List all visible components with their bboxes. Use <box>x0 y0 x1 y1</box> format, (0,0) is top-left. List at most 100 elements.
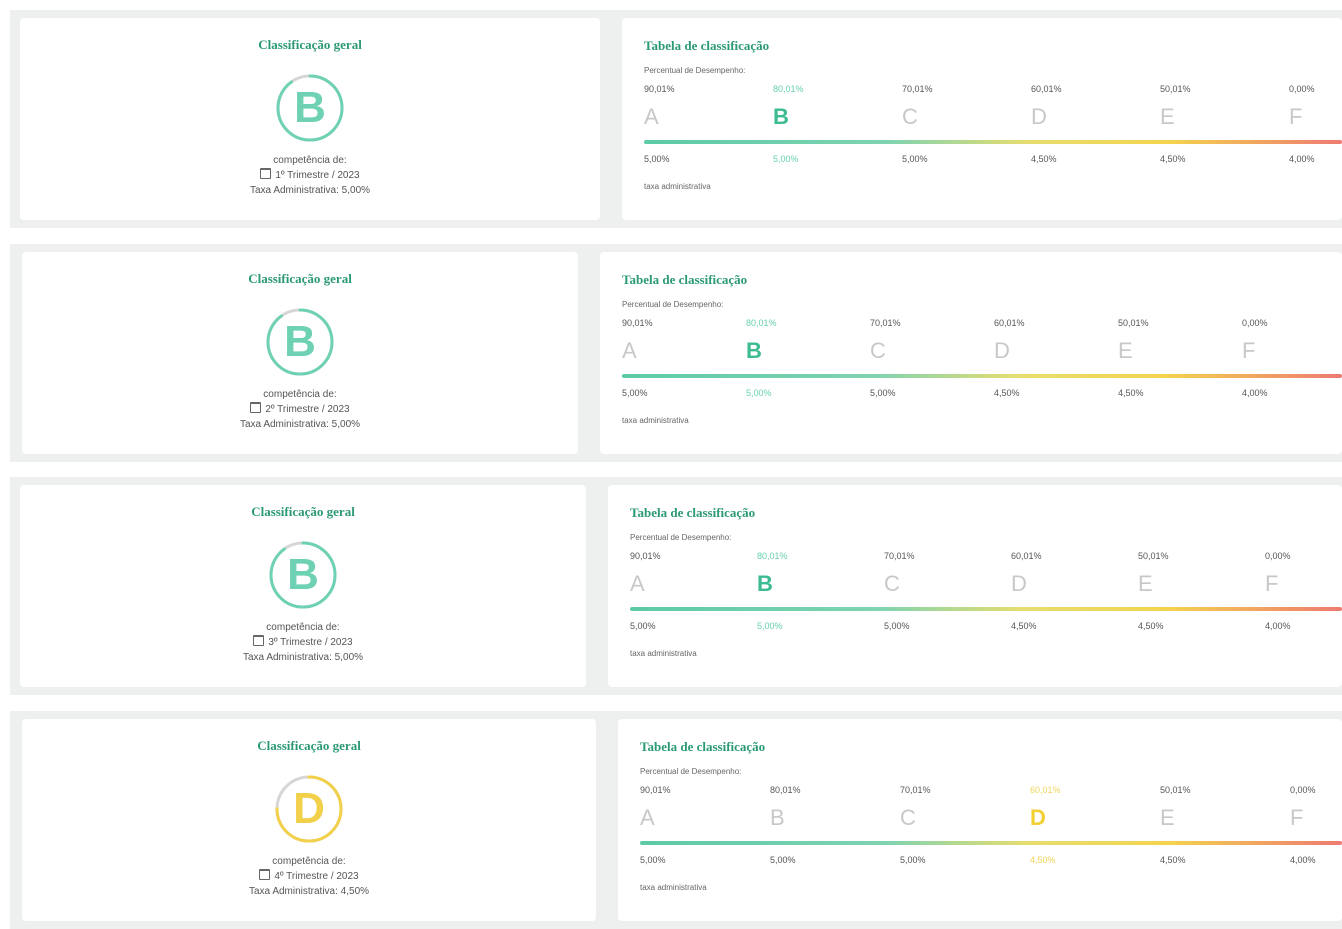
competence-label: competência de: <box>266 622 340 633</box>
grade-letter: C <box>900 805 916 830</box>
classification-table-card: Tabela de classificação Percentual de De… <box>622 18 1342 220</box>
grade-threshold: 70,01% <box>900 785 931 795</box>
grade-threshold: 0,00% <box>1242 318 1268 328</box>
rating-row: Classificação geral B competência de: 3º… <box>10 477 1342 695</box>
grade-scale-bar <box>622 374 1342 378</box>
grade-threshold: 0,00% <box>1290 785 1316 795</box>
grade-threshold: 60,01% <box>1030 785 1061 795</box>
overall-rating-title: Classificação geral <box>251 504 355 519</box>
grade-letter: E <box>1160 805 1175 830</box>
grade-threshold: 50,01% <box>1160 84 1191 94</box>
grade-fee: 4,00% <box>1242 388 1268 398</box>
performance-label: Percentual de Desempenho: <box>630 533 732 542</box>
admin-fee-text: Taxa Administrativa: 5,00% <box>242 652 364 663</box>
grade-ring: B <box>274 72 346 144</box>
grade-scale-bar <box>644 140 1342 144</box>
admin-fee-row-label: taxa administrativa <box>630 649 697 658</box>
grade-fee: 4,00% <box>1290 855 1316 865</box>
grade-ring: B <box>267 539 339 611</box>
period-text: 1º Trimestre / 2023 <box>275 170 360 181</box>
grade-fee: 4,50% <box>994 388 1020 398</box>
grade-fee: 4,50% <box>1138 621 1164 631</box>
grade-threshold: 60,01% <box>1031 84 1062 94</box>
overall-rating-card: Classificação geral D competência de: 4º… <box>22 719 596 921</box>
grade-fee: 4,50% <box>1031 154 1057 164</box>
admin-fee-row-label: taxa administrativa <box>640 883 707 892</box>
grade-fee: 5,00% <box>870 388 896 398</box>
grade-letter: E <box>1138 571 1153 596</box>
performance-label: Percentual de Desempenho: <box>644 66 746 75</box>
period-text: 4º Trimestre / 2023 <box>274 871 359 882</box>
overall-rating-card: Classificação geral B competência de: 1º… <box>20 18 600 220</box>
admin-fee-text: Taxa Administrativa: 5,00% <box>249 185 371 196</box>
overall-rating-title: Classificação geral <box>258 37 362 52</box>
classification-table-card: Tabela de classificação Percentual de De… <box>600 252 1342 454</box>
grade-fee: 4,50% <box>1118 388 1144 398</box>
grade-fee: 5,00% <box>900 855 926 865</box>
grade-letter: F <box>1242 338 1256 363</box>
competence-label: competência de: <box>272 856 346 867</box>
rating-meta: competência de: 1º Trimestre / 2023 Taxa… <box>20 153 600 198</box>
overall-rating-card: Classificação geral B competência de: 2º… <box>22 252 578 454</box>
period-line: 4º Trimestre / 2023 <box>22 869 596 884</box>
grade-scale-bar <box>640 841 1342 845</box>
grade-letter: D <box>994 338 1010 363</box>
grade-letter: F <box>1290 805 1304 830</box>
grade-threshold: 0,00% <box>1265 551 1291 561</box>
grade-letter: F <box>1289 104 1303 129</box>
grade-fee: 5,00% <box>746 388 772 398</box>
grade-fee: 4,00% <box>1289 154 1315 164</box>
grade-threshold: 50,01% <box>1118 318 1149 328</box>
grade-threshold: 0,00% <box>1289 84 1315 94</box>
grade-ring: D <box>273 773 345 845</box>
grade-fee: 5,00% <box>884 621 910 631</box>
grade-letter: C <box>884 571 900 596</box>
rating-row: Classificação geral D competência de: 4º… <box>10 711 1342 929</box>
grade-scale-bar <box>630 607 1342 611</box>
grade-letter: B <box>757 571 773 596</box>
grade-threshold: 90,01% <box>630 551 661 561</box>
grade-fee: 4,50% <box>1030 855 1056 865</box>
rating-row: Classificação geral B competência de: 1º… <box>10 10 1342 228</box>
grade-fee: 4,50% <box>1160 855 1186 865</box>
grade-fee: 4,50% <box>1011 621 1037 631</box>
grade-threshold: 80,01% <box>757 551 788 561</box>
classification-table-title: Tabela de classificação <box>640 739 766 754</box>
grade-letter: F <box>1265 571 1279 596</box>
grade-threshold: 90,01% <box>640 785 671 795</box>
grade-letter: A <box>640 805 655 830</box>
classification-table-card: Tabela de classificação Percentual de De… <box>618 719 1342 921</box>
overall-grade-letter: B <box>287 550 319 599</box>
rating-meta: competência de: 4º Trimestre / 2023 Taxa… <box>22 854 596 899</box>
grade-letter: A <box>644 104 659 129</box>
rating-meta: competência de: 3º Trimestre / 2023 Taxa… <box>20 620 586 665</box>
grade-letter: D <box>1031 104 1047 129</box>
performance-label: Percentual de Desempenho: <box>640 767 742 776</box>
grade-threshold: 90,01% <box>644 84 675 94</box>
rating-meta: competência de: 2º Trimestre / 2023 Taxa… <box>22 387 578 432</box>
grade-letter: E <box>1160 104 1175 129</box>
rating-row: Classificação geral B competência de: 2º… <box>10 244 1342 462</box>
period-line: 1º Trimestre / 2023 <box>20 168 600 183</box>
grade-letter: A <box>622 338 637 363</box>
grade-letter: B <box>770 805 785 830</box>
period-line: 2º Trimestre / 2023 <box>22 402 578 417</box>
grade-fee: 4,00% <box>1265 621 1291 631</box>
grade-threshold: 50,01% <box>1138 551 1169 561</box>
calendar-icon <box>250 402 262 413</box>
period-text: 2º Trimestre / 2023 <box>265 404 350 415</box>
grade-letter: A <box>630 571 645 596</box>
grade-letter: D <box>1030 805 1046 830</box>
grade-threshold: 70,01% <box>884 551 915 561</box>
grade-threshold: 80,01% <box>773 84 804 94</box>
performance-label: Percentual de Desempenho: <box>622 300 724 309</box>
grade-threshold: 70,01% <box>902 84 933 94</box>
period-text: 3º Trimestre / 2023 <box>268 637 353 648</box>
grade-threshold: 90,01% <box>622 318 653 328</box>
admin-fee-text: Taxa Administrativa: 5,00% <box>239 419 361 430</box>
calendar-icon <box>253 635 265 646</box>
grade-fee: 5,00% <box>640 855 666 865</box>
grade-letter: B <box>746 338 762 363</box>
admin-fee-row-label: taxa administrativa <box>622 416 689 425</box>
competence-label: competência de: <box>273 155 347 166</box>
